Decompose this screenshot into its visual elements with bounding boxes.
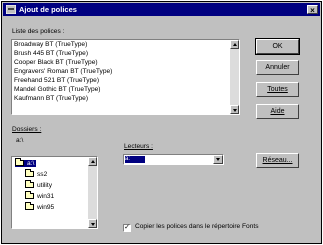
- close-button[interactable]: ×: [307, 5, 318, 15]
- scroll-down-button[interactable]: [88, 219, 97, 228]
- folder-icon: [25, 169, 34, 178]
- directory-item[interactable]: utility: [25, 180, 53, 189]
- help-button[interactable]: Aide: [256, 104, 299, 119]
- font-list-label: Liste des polices :: [12, 28, 65, 35]
- drives-label: Lecteurs :: [124, 143, 153, 150]
- copy-fonts-checkbox[interactable]: ✓: [123, 224, 131, 232]
- scroll-up-button[interactable]: [88, 157, 97, 166]
- folder-icon: [25, 191, 34, 200]
- directory-name: win95: [37, 204, 55, 211]
- directory-item[interactable]: ss2: [25, 169, 48, 178]
- font-list[interactable]: Broadway BT (TrueType) Brush 445 BT (Tru…: [11, 39, 240, 115]
- chevron-down-icon: [216, 158, 220, 161]
- directories-label: Dossiers :: [12, 126, 42, 133]
- control-menu-icon[interactable]: [6, 5, 16, 14]
- directory-item[interactable]: win31: [25, 191, 55, 200]
- select-all-button[interactable]: Toutes: [256, 82, 299, 97]
- drives-dropdown[interactable]: a:: [123, 154, 224, 165]
- font-list-item[interactable]: Mandel Gothic BT (TrueType): [14, 86, 100, 93]
- font-list-item[interactable]: Freehand 521 BT (TrueType): [14, 77, 99, 84]
- font-list-scrollbar[interactable]: [230, 40, 239, 114]
- folder-icon: [25, 202, 34, 211]
- add-fonts-dialog: Ajout de polices × Liste des polices : B…: [1, 1, 322, 244]
- directory-list-scrollbar[interactable]: [88, 157, 97, 228]
- directory-name: utility: [37, 182, 53, 189]
- font-list-item[interactable]: Broadway BT (TrueType): [14, 41, 87, 48]
- font-list-item[interactable]: Kaufmann BT (TrueType): [14, 95, 88, 102]
- folder-icon: [25, 180, 34, 189]
- current-path: a:\: [16, 137, 24, 144]
- arrow-down-icon: [233, 109, 237, 112]
- arrow-up-icon: [233, 43, 237, 46]
- selected-drive: a:: [125, 156, 145, 163]
- directory-item[interactable]: win95: [25, 202, 55, 211]
- network-button[interactable]: Réseau...: [256, 153, 299, 168]
- title-bar: Ajout de polices ×: [3, 3, 320, 16]
- cancel-button[interactable]: Annuler: [256, 60, 299, 75]
- font-list-item[interactable]: Engravers' Roman BT (TrueType): [14, 68, 112, 75]
- directory-name: a:\: [27, 160, 35, 167]
- directory-name: win31: [37, 193, 55, 200]
- font-list-item[interactable]: Cooper Black BT (TrueType): [14, 59, 98, 66]
- scroll-up-button[interactable]: [230, 40, 239, 49]
- arrow-down-icon: [91, 223, 95, 226]
- directory-name: ss2: [37, 171, 48, 178]
- scroll-down-button[interactable]: [230, 105, 239, 114]
- ok-button[interactable]: OK: [255, 38, 300, 55]
- font-list-item[interactable]: Brush 445 BT (TrueType): [14, 50, 88, 57]
- open-folder-icon: [15, 158, 24, 167]
- window-title: Ajout de polices: [19, 5, 77, 14]
- dropdown-button[interactable]: [213, 155, 223, 164]
- copy-fonts-label: Copier les polices dans le répertoire Fo…: [135, 223, 259, 230]
- directory-list[interactable]: a:\ ss2 utility win31 win95: [11, 156, 98, 229]
- arrow-up-icon: [91, 160, 95, 163]
- directory-item-root[interactable]: a:\: [15, 158, 37, 167]
